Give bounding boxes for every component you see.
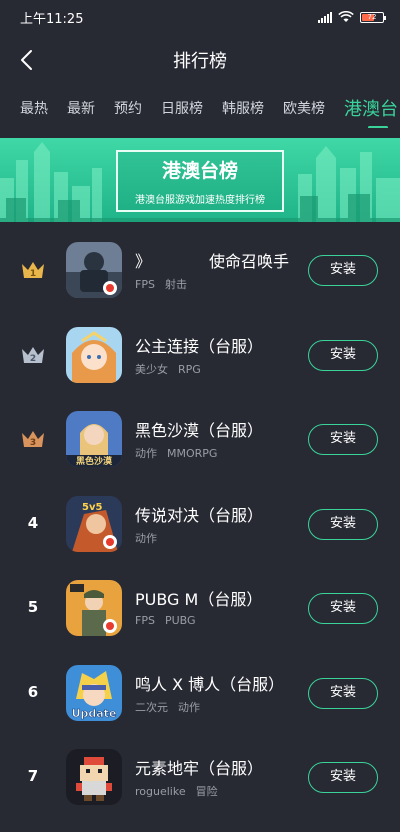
tab-korea[interactable]: 韩服榜 xyxy=(222,98,264,118)
svg-text:1: 1 xyxy=(30,269,36,279)
app-icon-hero[interactable]: 5v5 xyxy=(66,495,122,552)
svg-text:黑色沙漠: 黑色沙漠 xyxy=(76,455,113,467)
list-item[interactable]: 6 Update 鸣人 X 博人（台服） 二次元 动作 安装 xyxy=(0,651,400,736)
app-icon-warrior[interactable]: 黑色沙漠 xyxy=(66,411,122,467)
banner-title-box: 港澳台榜 港澳台服游戏加速热度排行榜 xyxy=(116,150,284,212)
gold-crown-icon: 1 xyxy=(22,262,44,279)
silver-crown-icon: 2 xyxy=(22,346,44,364)
tab-hot[interactable]: 最热 xyxy=(20,98,48,118)
app-tags: 二次元 动作 xyxy=(135,700,200,714)
list-item[interactable]: 4 5v5 传说对决（台服） 动作 安装 xyxy=(0,482,400,567)
app-name: 黑色沙漠（台服） xyxy=(135,421,264,440)
ranking-list: 1 》使命召唤手 FPS 射击 安装 2 公主连接（台服） 美少女 RPG 安装… xyxy=(0,228,400,820)
svg-text:5v5: 5v5 xyxy=(82,502,102,513)
rank-number: 7 xyxy=(27,767,39,785)
banner: 港澳台榜 港澳台服游戏加速热度排行榜 xyxy=(0,138,400,222)
install-button[interactable]: 安装 xyxy=(308,424,378,455)
tab-bar: 最热 最新 预约 日服榜 韩服榜 欧美榜 港澳台 xyxy=(0,88,400,128)
app-name: PUBG M（台服） xyxy=(135,590,263,609)
battery-icon: 72 xyxy=(360,11,386,23)
list-item[interactable]: 3 黑色沙漠 黑色沙漠（台服） 动作 MMORPG 安装 xyxy=(0,397,400,482)
app-tags: FPS 射击 xyxy=(135,278,187,291)
install-button[interactable]: 安装 xyxy=(308,762,378,793)
page-title: 排行榜 xyxy=(173,51,227,72)
app-icon-pixel-knight[interactable] xyxy=(66,749,122,805)
list-item[interactable]: 5 PUBG M（台服） FPS PUBG 安装 xyxy=(0,566,400,651)
install-button[interactable]: 安装 xyxy=(308,339,378,371)
app-tags: roguelike 冒险 xyxy=(135,785,218,798)
banner-title: 港澳台榜 xyxy=(161,160,238,182)
tab-western[interactable]: 欧美榜 xyxy=(283,98,325,118)
install-button[interactable]: 安装 xyxy=(308,508,378,540)
back-button[interactable] xyxy=(14,46,38,74)
app-tags: 动作 MMORPG xyxy=(135,447,218,460)
app-icon-ninja[interactable]: Update xyxy=(66,664,122,721)
list-item[interactable]: 1 》使命召唤手 FPS 射击 安装 xyxy=(0,228,400,313)
app-icon-soldier[interactable] xyxy=(66,242,122,298)
tab-japan[interactable]: 日服榜 xyxy=(161,98,203,118)
install-button[interactable]: 安装 xyxy=(308,677,378,709)
status-bar: 上午11:25 72 xyxy=(0,0,400,34)
chevron-left-icon xyxy=(21,50,32,70)
list-item[interactable]: 2 公主连接（台服） 美少女 RPG 安装 xyxy=(0,313,400,398)
tab-reserve[interactable]: 预约 xyxy=(114,98,142,118)
app-tags: FPS PUBG xyxy=(135,614,196,627)
rank-number: 5 xyxy=(27,598,39,616)
tab-hk-tw[interactable]: 港澳台 xyxy=(344,95,398,128)
app-icon-anime-girl[interactable] xyxy=(66,326,122,383)
app-name: 元素地牢（台服） xyxy=(135,759,264,778)
tab-new[interactable]: 最新 xyxy=(67,98,95,118)
app-name: 鸣人 X 博人（台服） xyxy=(135,674,285,694)
install-button[interactable]: 安装 xyxy=(308,255,378,286)
app-icon-pubg[interactable] xyxy=(66,580,122,636)
app-tags: 美少女 RPG xyxy=(135,362,201,376)
svg-text:2: 2 xyxy=(30,354,36,364)
battery-level: 72 xyxy=(367,12,377,21)
wifi-icon xyxy=(338,11,354,22)
banner-subtitle: 港澳台服游戏加速热度排行榜 xyxy=(135,195,265,206)
status-icons: 72 xyxy=(318,11,386,23)
signal-icon xyxy=(318,11,332,23)
bronze-crown-icon: 3 xyxy=(22,431,44,448)
list-item[interactable]: 7 元素地牢（台服） roguelike 冒险 安装 xyxy=(0,735,400,820)
svg-text:Update: Update xyxy=(72,707,117,720)
rank-number: 4 xyxy=(27,513,39,532)
rank-number: 6 xyxy=(27,682,39,701)
app-name: 传说对决（台服） xyxy=(135,505,264,525)
svg-text:3: 3 xyxy=(30,438,36,448)
header: 排行榜 xyxy=(0,40,400,80)
app-name: 》使命召唤手 xyxy=(135,252,290,271)
app-tags: 动作 xyxy=(135,531,157,545)
status-time: 上午11:25 xyxy=(20,11,84,27)
install-button[interactable]: 安装 xyxy=(308,593,378,624)
app-name: 公主连接（台服） xyxy=(135,336,264,356)
